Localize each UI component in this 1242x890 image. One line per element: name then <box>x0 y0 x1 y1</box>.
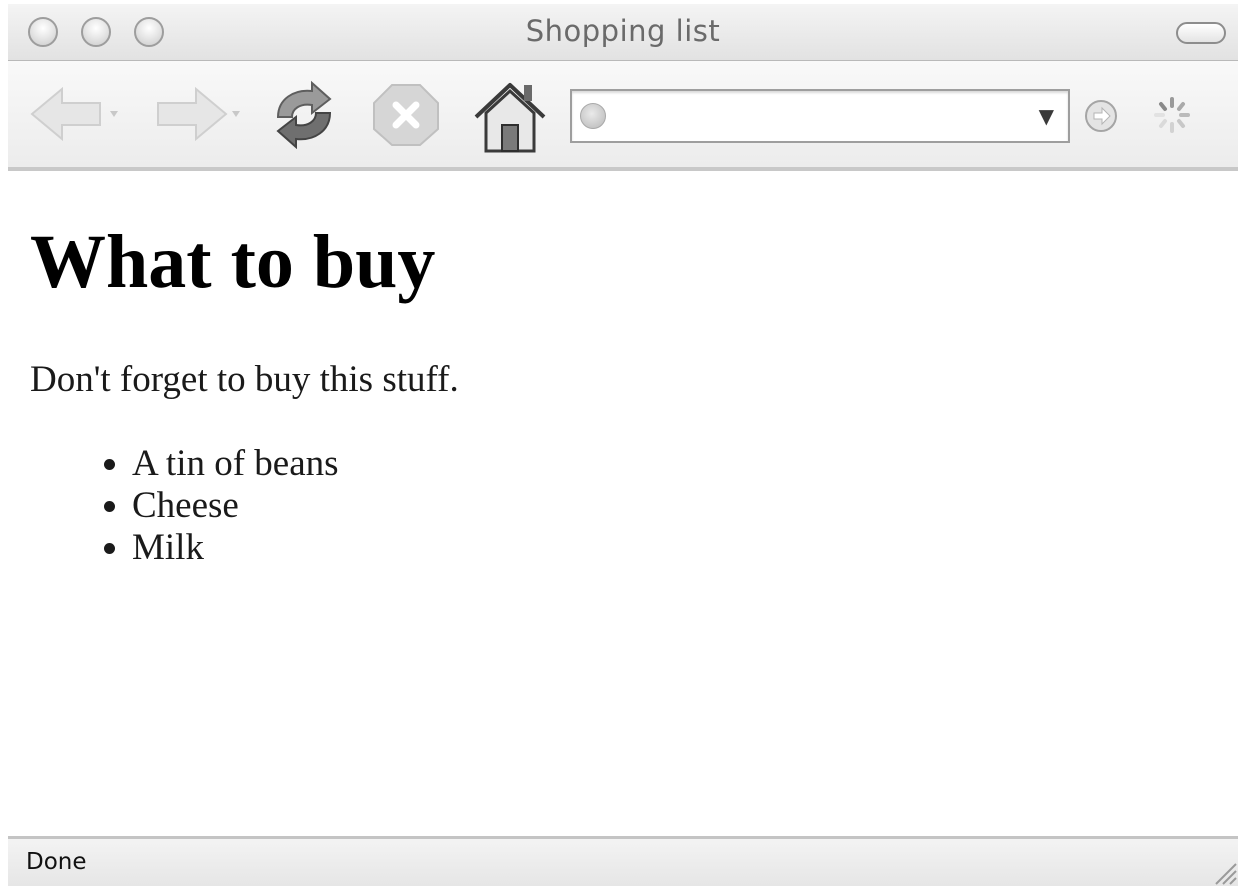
stop-button[interactable] <box>368 79 444 149</box>
page-heading: What to buy <box>30 220 436 304</box>
back-button[interactable] <box>24 79 124 149</box>
list-item: Cheese <box>132 485 339 527</box>
loading-spinner <box>1152 95 1192 135</box>
forward-button[interactable] <box>146 79 246 149</box>
go-icon <box>1085 100 1117 132</box>
browser-window: Shopping list ▼ What to buy Don't forget… <box>8 4 1238 886</box>
loading-spinner-icon <box>1154 97 1190 133</box>
stop-icon <box>373 84 439 146</box>
resize-grip-icon[interactable] <box>1208 856 1238 886</box>
list-item: A tin of beans <box>132 443 339 485</box>
reload-icon <box>276 80 332 149</box>
address-bar: ▼ <box>570 89 1070 143</box>
page-content: What to buy Don't forget to buy this stu… <box>8 171 1238 835</box>
toolbar-toggle-button[interactable] <box>1176 22 1226 44</box>
back-arrow-icon <box>30 86 118 142</box>
site-favicon-icon <box>580 103 606 129</box>
status-bar: Done <box>8 836 1238 886</box>
reload-button[interactable] <box>264 79 344 149</box>
status-text: Done <box>26 849 87 875</box>
shopping-list: A tin of beans Cheese Milk <box>8 443 339 569</box>
go-button[interactable] <box>1084 99 1118 133</box>
home-icon <box>474 83 546 153</box>
list-item: Milk <box>132 527 339 569</box>
navigation-toolbar: ▼ <box>8 61 1238 171</box>
page-paragraph: Don't forget to buy this stuff. <box>30 359 459 400</box>
home-button[interactable] <box>472 79 548 153</box>
title-bar: Shopping list <box>8 4 1238 61</box>
address-history-dropdown-icon[interactable]: ▼ <box>1039 106 1054 126</box>
window-title: Shopping list <box>525 14 721 48</box>
forward-arrow-icon <box>157 86 240 142</box>
address-input[interactable] <box>616 97 1020 137</box>
